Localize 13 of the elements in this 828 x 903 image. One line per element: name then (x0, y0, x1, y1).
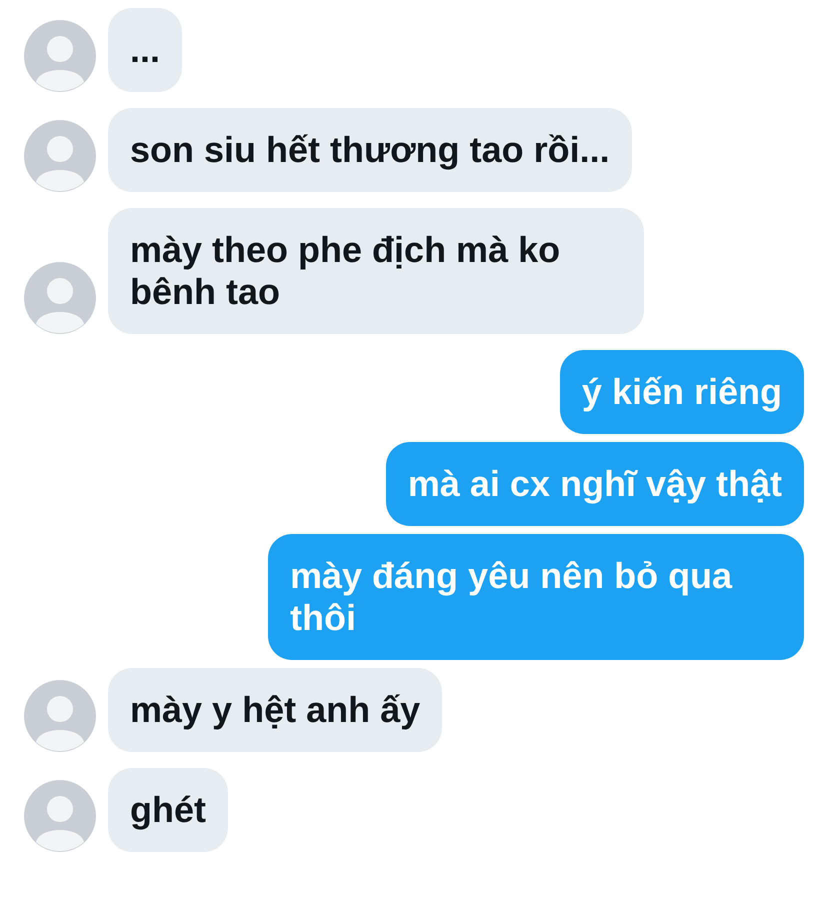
message-bubble: son siu hết thương tao rồi... (108, 108, 632, 192)
message-bubble: mà ai cx nghĩ vậy thật (386, 442, 804, 526)
avatar-icon (24, 680, 96, 752)
message-bubble: ... (108, 8, 182, 92)
message-bubble: mày y hệt anh ấy (108, 668, 442, 752)
avatar-icon (24, 120, 96, 192)
message-bubble: mày theo phe địch mà ko bênh tao (108, 208, 644, 334)
message-bubble: ý kiến riêng (560, 350, 804, 434)
message-bubble: ghét (108, 768, 228, 852)
avatar-icon (24, 780, 96, 852)
avatar-icon (24, 20, 96, 92)
message-bubble: mày đáng yêu nên bỏ qua thôi (268, 534, 804, 660)
avatar-icon (24, 262, 96, 334)
